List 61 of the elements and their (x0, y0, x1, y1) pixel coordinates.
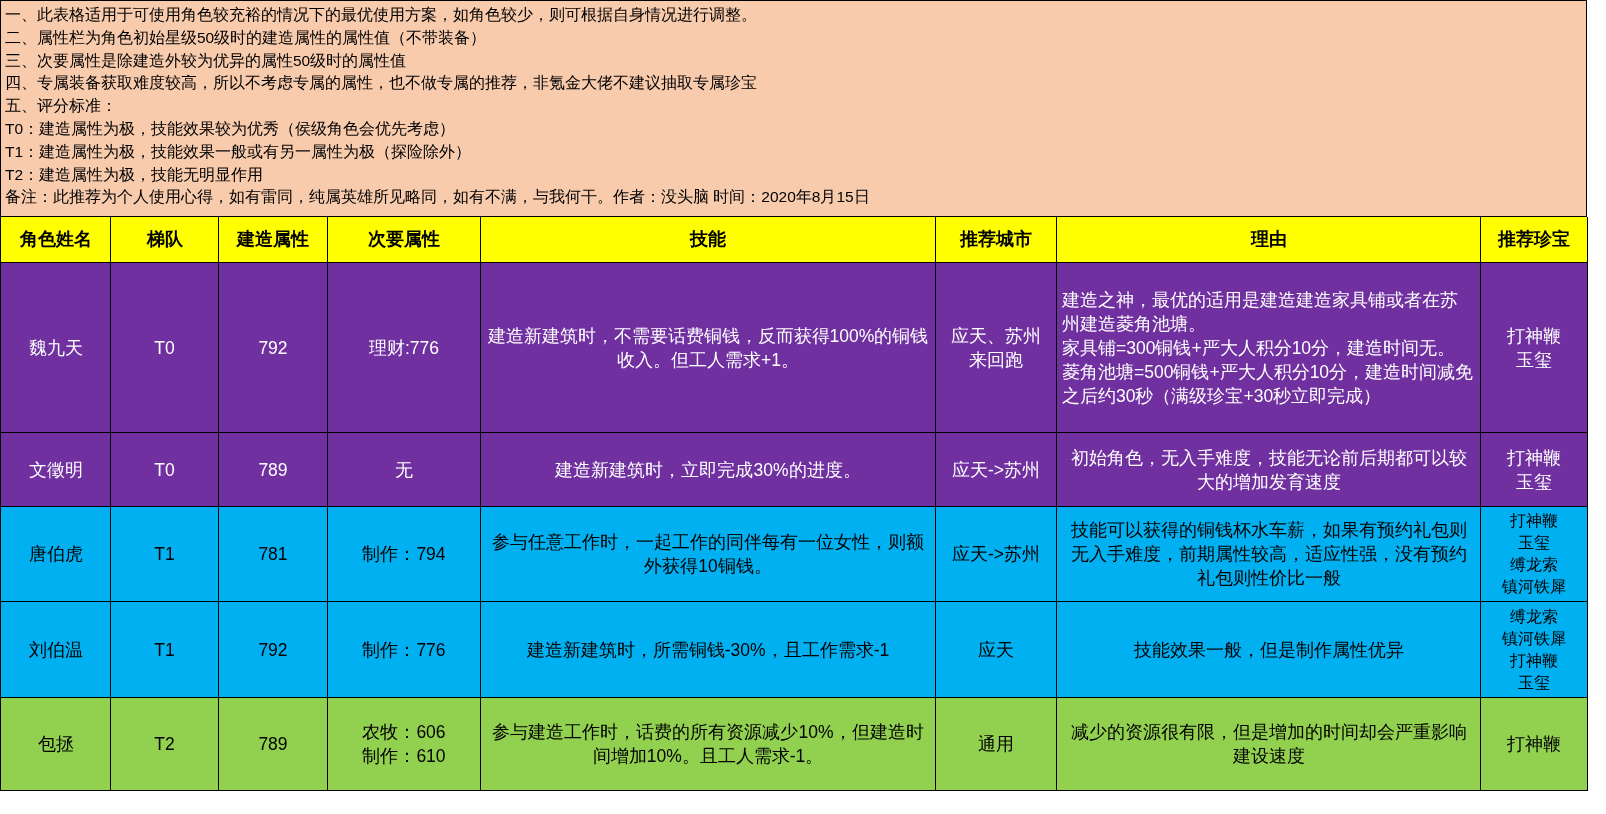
note-line: 三、次要属性是除建造外较为优异的属性50级时的属性值 (5, 50, 407, 71)
table-cell-text: 应天、苏州 (951, 324, 1041, 348)
table-cell-text: 应天->苏州 (951, 458, 1041, 482)
note-line: T1：建造属性为极，技能效果一般或有另一属性为极（探险除外） (5, 141, 472, 162)
note-line: T0：建造属性为极，技能效果较为优秀（侯级角色会优先考虑） (5, 119, 456, 139)
table-cell-text: 打神鞭 (1510, 650, 1558, 671)
note-line: 备注：此推荐为个人使用心得，如有雷同，纯属英雄所见略同，如有不满，与我何干。作者：没头脑 时间：2020年8月15日 (5, 187, 870, 208)
table-cell-text: 打神鞭 (1507, 733, 1561, 756)
table-cell-text: T2 (154, 733, 175, 756)
table-cell-text: 参与建造工作时，话费的所有资源减少10%，但建造时间增加10%。且工人需求-1。 (491, 721, 925, 768)
note-line: 四、专属装备获取难度较高，所以不考虑专属的属性，也不做专属的推荐，非氪金大佬不建议抽取专属珍宝 (5, 73, 757, 94)
table-cell-text: T0 (154, 458, 175, 482)
table-cell-text: 家具铺=300铜钱+严大人积分10分，建造时间无。 (1062, 336, 1456, 360)
table-cell-text: 唐伯虎 (28, 543, 83, 566)
note-line: 二、属性栏为角色初始星级50级时的建造属性的属性值（不带装备） (5, 27, 487, 48)
table-cell-text: 应天->苏州 (951, 543, 1041, 566)
table-cell-text: 792 (258, 336, 288, 360)
table-cell-text: 781 (258, 543, 288, 566)
table-cell-text: 镇河铁犀 (1502, 577, 1566, 597)
table-cell-text: 建造之神，最优的适用是建造建造家具铺或者在苏州建造菱角池塘。 (1062, 288, 1459, 336)
table-cell-text: 缚龙索 (1510, 606, 1558, 627)
table-cell-text: 菱角池塘=500铜钱+严大人积分10分，建造时间减免之后约30秒（满级珍宝+30秒立即完成） (1062, 360, 1475, 408)
table-cell-text: 建造新建筑时，立即完成30%的进度。 (555, 458, 861, 482)
table-cell-text: 技能效果一般，但是制作属性优异 (1133, 638, 1404, 662)
table-cell-text: 农牧：606 (362, 721, 446, 744)
table-cell-text: 制作：776 (362, 638, 446, 662)
table-cell-text: 刘伯温 (28, 638, 83, 662)
note-line: T2：建造属性为极，技能无明显作用 (5, 164, 264, 185)
table-cell-text: T0 (154, 336, 175, 360)
table-cell-text: 制作：794 (362, 543, 446, 566)
table-cell-text: 789 (258, 733, 288, 756)
table-cell-text: 打神鞭 (1507, 446, 1561, 470)
table-cell-text: 打神鞭 (1507, 324, 1561, 348)
table-cell-text: 玉玺 (1516, 470, 1552, 494)
table-cell-text: 建造新建筑时，所需铜钱-30%，且工作需求-1 (526, 638, 890, 662)
table-cell-text: 魏九天 (28, 336, 83, 360)
table-cell-text: T1 (154, 638, 175, 662)
table-cell-text: 789 (258, 458, 288, 482)
table-cell-text: 来回跑 (969, 348, 1023, 372)
table-cell-text: 文徵明 (28, 458, 83, 482)
table-cell-text: 初始角色，无入手难度，技能无论前后期都可以较大的增加发育速度 (1069, 446, 1468, 494)
table-cell-text: 镇河铁犀 (1502, 628, 1566, 649)
table-cell-text: 缚龙索 (1510, 555, 1558, 575)
table-cell-text: 792 (258, 638, 288, 662)
table-cell-text: 包拯 (37, 733, 74, 756)
table-cell-text: 玉玺 (1516, 348, 1552, 372)
table-cell-text: 通用 (978, 733, 1014, 756)
table-cell-text: 玉玺 (1518, 533, 1550, 553)
table-cell-text: 技能可以获得的铜钱杯水车薪，如果有预约礼包则无入手难度，前期属性较高，适应性强，没有预约礼包则性价比一般 (1069, 519, 1468, 590)
table-cell-text: 建造新建筑时，不需要话费铜钱，反而获得100%的铜钱收入。但工人需求+1。 (487, 324, 929, 372)
table-cell-text: 无 (395, 458, 413, 482)
table-cell-text: 制作：610 (362, 745, 446, 768)
table-cell-text: 玉玺 (1518, 672, 1550, 693)
table-cell-text: 打神鞭 (1510, 511, 1558, 531)
table-cell-text: 理财:776 (368, 336, 440, 360)
table-cell-text: 参与任意工作时，一起工作的同伴每有一位女性，则额外获得10铜钱。 (491, 531, 925, 578)
note-line: 一、此表格适用于可使用角色较充裕的情况下的最优使用方案，如角色较少，则可根据自身情况进行调整。 (5, 5, 757, 25)
note-line: 五、评分标准： (5, 96, 117, 117)
table-cell-text: 应天 (978, 638, 1014, 662)
table-cell-text: 减少的资源很有限，但是增加的时间却会严重影响建设速度 (1069, 721, 1468, 768)
table-cell-text: T1 (154, 543, 175, 566)
